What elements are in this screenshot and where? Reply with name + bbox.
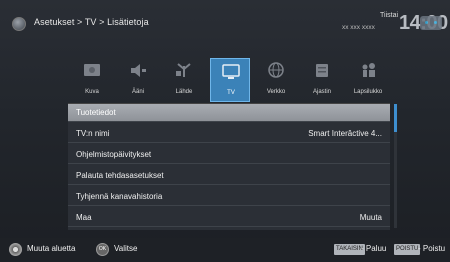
category-ajastin[interactable]: Ajastin [302, 58, 342, 102]
menu-item-label: Tuotetiedot [76, 108, 116, 117]
header: Asetukset > TV > Lisätietoja Tiistai xx … [0, 0, 450, 52]
timer-icon [316, 64, 328, 77]
menu-item-label: TV:n nimi [76, 129, 110, 138]
category-verkko[interactable]: Verkko [256, 58, 296, 102]
menu-item-label: Tyhjennä kanavahistoria [76, 192, 163, 201]
category-label: Kuva [85, 89, 99, 95]
category-kuva[interactable]: Kuva [72, 58, 112, 102]
category-label: Verkko [266, 89, 286, 95]
settings-menu: Tuotetiedot TV:n nimi Smart Interâctive … [68, 103, 390, 230]
exit-key-icon: POISTU [394, 244, 421, 255]
menu-item-clear-channel-history[interactable]: Tyhjennä kanavahistoria [68, 188, 390, 206]
menu-scrollbar[interactable] [394, 104, 397, 228]
category-bar: Kuva Ääni Lähde TV Verkko Ajastin Lapsil… [72, 58, 390, 102]
category-label: Ääni [131, 89, 144, 95]
menu-item-software-updates[interactable]: Ohjelmistopäivitykset [68, 146, 390, 164]
back-hint: - Paluu [361, 244, 387, 253]
clock-badge-icon [420, 16, 442, 30]
menu-item-value: Muuta [359, 213, 382, 222]
menu-item-country[interactable]: Maa Muuta [68, 209, 390, 227]
exit-hint: - Poistu [418, 244, 446, 253]
category-label: TV [227, 90, 235, 96]
menu-item-label: Maa [76, 213, 92, 222]
day-label: Tiistai [380, 12, 399, 19]
select-hint: Valitse [114, 244, 138, 253]
category-tv[interactable]: TV [210, 58, 250, 102]
breadcrumb: Asetukset > TV > Lisätietoja [34, 17, 149, 27]
scrollbar-thumb[interactable] [394, 104, 397, 132]
menu-item-factory-reset[interactable]: Palauta tehdasasetukset [68, 167, 390, 185]
menu-item-value: Smart Interâctive 4... [308, 129, 382, 138]
date-label: xx xxx xxxx [342, 24, 375, 31]
footer-hint-bar: Muuta aluetta OK Valitse TAKAISIN - Palu… [0, 238, 450, 262]
category-label: Lapsilukko [353, 89, 383, 95]
parental-lock-icon [362, 63, 375, 77]
picture-icon [84, 64, 100, 76]
tv-menu-screen: Asetukset > TV > Lisätietoja Tiistai xx … [0, 0, 450, 262]
menu-item-label: Palauta tehdasasetukset [76, 171, 164, 180]
menu-item-label: Ohjelmistopäivitykset [76, 150, 152, 159]
settings-home-icon [12, 17, 26, 31]
move-hint: Muuta aluetta [27, 244, 76, 253]
menu-item-tuotetiedot[interactable]: Tuotetiedot [68, 104, 390, 122]
source-icon [176, 63, 191, 77]
category-label: Ajastin [312, 89, 331, 95]
tv-icon [222, 64, 240, 79]
ok-button-icon: OK [96, 243, 109, 256]
menu-item-tv-name[interactable]: TV:n nimi Smart Interâctive 4... [68, 125, 390, 143]
category-lahde[interactable]: Lähde [164, 58, 204, 102]
category-label: Lähde [175, 89, 193, 95]
category-lapsilukko[interactable]: Lapsilukko [348, 58, 388, 102]
category-aani[interactable]: Ääni [118, 58, 158, 102]
sound-icon [131, 64, 146, 77]
dpad-icon [9, 243, 22, 256]
network-icon [268, 62, 284, 78]
